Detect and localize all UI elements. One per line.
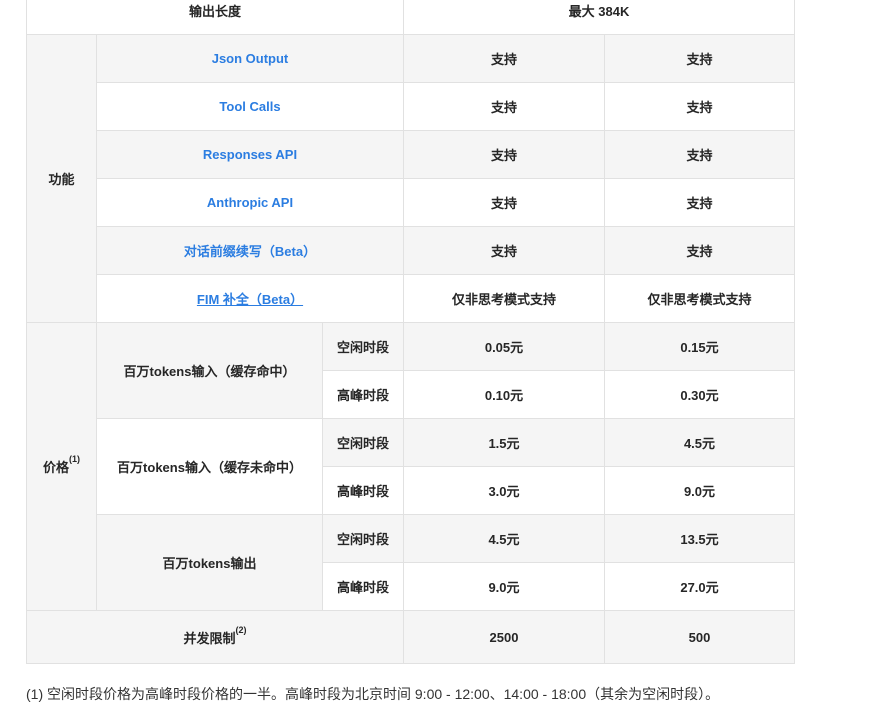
cell-value: 支持 [604, 34, 795, 83]
cell-value: 支持 [604, 82, 795, 131]
cell-value: 支持 [403, 82, 605, 131]
cell-value: 9.0元 [604, 466, 795, 515]
feature-link[interactable]: 对话前缀续写（Beta） [184, 244, 316, 259]
period-label: 高峰时段 [322, 466, 404, 515]
cell-value: 2500 [403, 610, 605, 664]
period-label: 高峰时段 [322, 562, 404, 611]
cell-value: 仅非思考模式支持 [604, 274, 795, 323]
feature-link[interactable]: FIM 补全（Beta） [197, 292, 303, 307]
features-label: 功能 [26, 34, 97, 323]
cell-value: 支持 [403, 130, 605, 179]
feature-json-output[interactable]: Json Output [96, 34, 404, 83]
cell-value: 1.5元 [403, 418, 605, 467]
table-row: FIM 补全（Beta） 仅非思考模式支持 仅非思考模式支持 [27, 274, 795, 323]
price-group-name: 百万tokens输出 [96, 514, 323, 611]
cell-value: 支持 [604, 226, 795, 275]
footnote-text: (1) 空闲时段价格为高峰时段价格的一半。高峰时段为北京时间 9:00 - 12… [26, 686, 720, 702]
period-label: 高峰时段 [322, 370, 404, 419]
table-row: Anthropic API 支持 支持 [27, 178, 795, 227]
table-row: 功能 Json Output 支持 支持 [26, 34, 795, 323]
concurrency-label: 并发限制(2) [26, 610, 404, 664]
cell-value: 支持 [403, 34, 605, 83]
period-label: 空闲时段 [322, 322, 404, 371]
cell-value: 支持 [604, 130, 795, 179]
table-row-concurrency: 并发限制(2) 2500 500 [26, 610, 795, 664]
feature-link[interactable]: Tool Calls [219, 99, 280, 114]
table-row: Responses API 支持 支持 [27, 130, 795, 179]
pricing-label: 价格(1) [26, 322, 97, 611]
cell-value: 仅非思考模式支持 [403, 274, 605, 323]
cell-value: 支持 [403, 226, 605, 275]
output-length-value: 最大 384K [403, 0, 795, 35]
feature-prefix-completion[interactable]: 对话前缀续写（Beta） [96, 226, 404, 275]
cell-value: 3.0元 [403, 466, 605, 515]
cell-value: 0.10元 [403, 370, 605, 419]
table-row: 百万tokens输出 空闲时段 4.5元 13.5元 [27, 514, 795, 611]
table-row-output-length: 输出长度 最大 384K [26, 0, 795, 35]
table-row: Tool Calls 支持 支持 [27, 82, 795, 131]
price-group-name: 百万tokens输入（缓存未命中） [96, 418, 323, 515]
output-length-label: 输出长度 [26, 0, 404, 35]
cell-value: 0.30元 [604, 370, 795, 419]
feature-tool-calls[interactable]: Tool Calls [96, 82, 404, 131]
model-spec-table: 输出长度 最大 384K 功能 Json Output 支持 支持 Tool C… [26, 0, 795, 664]
cell-value: 4.5元 [604, 418, 795, 467]
table-row: 价格(1) 百万tokens输入（缓存命中） 空闲时段 0.05元 0.15元 [26, 322, 795, 611]
table-row: 百万tokens输入（缓存未命中） 空闲时段 1.5元 4.5元 [27, 418, 795, 515]
feature-link[interactable]: Json Output [212, 51, 289, 66]
pricing-label-text: 价格 [42, 460, 69, 475]
cell-value: 支持 [604, 178, 795, 227]
cell-value: 0.05元 [403, 322, 605, 371]
cell-value: 27.0元 [604, 562, 795, 611]
footnote-ref: (2) [235, 624, 247, 635]
cell-value: 13.5元 [604, 514, 795, 563]
cell-value: 0.15元 [604, 322, 795, 371]
cell-value: 支持 [403, 178, 605, 227]
cell-value: 9.0元 [403, 562, 605, 611]
feature-anthropic-api[interactable]: Anthropic API [96, 178, 404, 227]
cell-value: 4.5元 [403, 514, 605, 563]
feature-fim-completion[interactable]: FIM 补全（Beta） [96, 274, 404, 323]
period-label: 空闲时段 [322, 418, 404, 467]
feature-link[interactable]: Anthropic API [207, 195, 293, 210]
cell-value: 500 [604, 610, 795, 664]
period-label: 空闲时段 [322, 514, 404, 563]
table-row: 对话前缀续写（Beta） 支持 支持 [27, 226, 795, 275]
feature-link[interactable]: Responses API [203, 147, 297, 162]
footnote-ref: (1) [69, 454, 80, 464]
concurrency-label-text: 并发限制 [183, 630, 236, 646]
feature-responses-api[interactable]: Responses API [96, 130, 404, 179]
price-group-name: 百万tokens输入（缓存命中） [96, 322, 323, 419]
